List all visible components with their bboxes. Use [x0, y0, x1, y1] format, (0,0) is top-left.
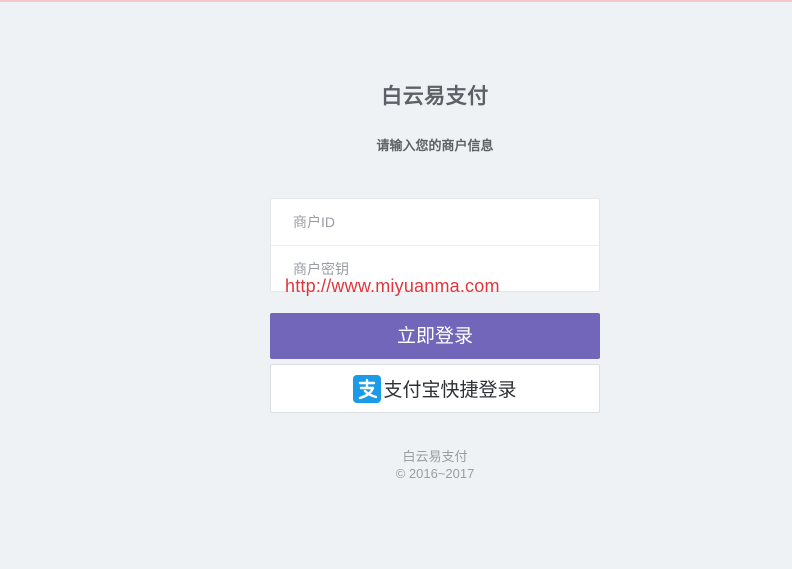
watermark-url: http://www.miyuanma.com	[285, 276, 500, 296]
alipay-login-button[interactable]: 支付宝快捷登录	[270, 364, 600, 413]
page-subtitle: 请输入您的商户信息	[376, 138, 494, 153]
alipay-login-label: 支付宝快捷登录	[383, 380, 517, 401]
login-button[interactable]: 立即登录	[270, 313, 600, 359]
top-border-line	[0, 0, 792, 2]
footer-site-name: 白云易支付	[402, 449, 468, 464]
alipay-icon	[353, 374, 382, 403]
page-title: 白云易支付	[381, 85, 489, 108]
merchant-id-input[interactable]	[271, 199, 599, 245]
footer-copyright: © 2016~2017	[395, 466, 475, 481]
